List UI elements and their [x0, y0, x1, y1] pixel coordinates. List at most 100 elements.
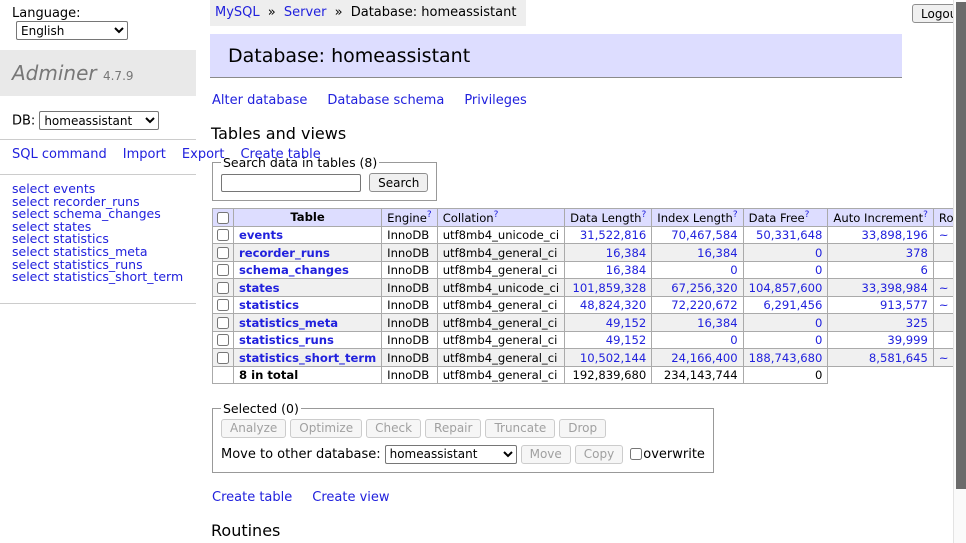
auto_increment-link[interactable]: 6 [833, 263, 928, 277]
table-row: statistics_metaInnoDButf8mb4_general_ci4… [213, 314, 966, 332]
link-create-view[interactable]: Create view [312, 490, 389, 505]
sidebar: Language:English Adminer 4.7.9 DB:homeas… [0, 0, 196, 304]
row-checkbox[interactable] [217, 247, 229, 259]
data_length-link[interactable]: 48,824,320 [570, 298, 646, 312]
sidebar-action-sql-command[interactable]: SQL command [12, 147, 107, 162]
table-open-link[interactable]: recorder_runs [239, 246, 330, 260]
cell-table-name: events [234, 226, 382, 244]
link-privileges[interactable]: Privileges [464, 93, 527, 108]
auto_increment-link[interactable]: 325 [833, 316, 928, 330]
repair-button[interactable]: Repair [425, 419, 481, 438]
auto_increment-link[interactable]: 33,398,984 [833, 281, 928, 295]
index_length-link[interactable]: 0 [657, 333, 737, 347]
search-input[interactable] [221, 174, 361, 192]
link-database-schema[interactable]: Database schema [327, 93, 444, 108]
copy-button[interactable]: Copy [575, 445, 623, 464]
cell-data_free: 0 [743, 261, 828, 279]
db-select[interactable]: homeassistant [39, 111, 159, 130]
data_free-link[interactable]: 0 [749, 263, 823, 277]
move-button[interactable]: Move [521, 445, 571, 464]
index_length-link[interactable]: 24,166,400 [657, 351, 737, 365]
table-open-link[interactable]: states [239, 281, 280, 295]
sidebar-action-import[interactable]: Import [123, 147, 166, 162]
data_free-link[interactable]: 6,291,456 [749, 298, 823, 312]
check-button[interactable]: Check [366, 419, 421, 438]
scrollbar[interactable] [953, 0, 966, 543]
data_free-link[interactable]: 50,331,648 [749, 228, 823, 242]
data_length-link[interactable]: 10,502,144 [570, 351, 646, 365]
index_length-link[interactable]: 16,384 [657, 246, 737, 260]
help-link[interactable]: ? [733, 210, 738, 220]
row-checkbox[interactable] [217, 352, 229, 364]
row-checkbox[interactable] [217, 229, 229, 241]
cell-table-name: statistics_runs [234, 331, 382, 349]
optimize-button[interactable]: Optimize [290, 419, 362, 438]
table-open-link[interactable]: statistics_meta [239, 316, 338, 330]
row-checkbox-cell [213, 261, 234, 279]
cell-collation: utf8mb4_unicode_ci [437, 226, 564, 244]
cell-data_free: 188,743,680 [743, 349, 828, 367]
data_free-link[interactable]: 0 [749, 316, 823, 330]
row-checkbox[interactable] [217, 282, 229, 294]
data_free-link[interactable]: 104,857,600 [749, 281, 823, 295]
data_free-link[interactable]: 188,743,680 [749, 351, 823, 365]
data_length-link[interactable]: 16,384 [570, 246, 646, 260]
table-open-link[interactable]: events [239, 228, 283, 242]
link-create-table[interactable]: Create table [212, 490, 292, 505]
help-link[interactable]: ? [494, 210, 499, 220]
analyze-button[interactable]: Analyze [221, 419, 286, 438]
table-open-link[interactable]: statistics_runs [239, 333, 334, 347]
link-alter-database[interactable]: Alter database [212, 93, 307, 108]
search-button[interactable]: Search [369, 173, 428, 192]
breadcrumb-link[interactable]: Server [284, 5, 327, 20]
help-link[interactable]: ? [642, 210, 647, 220]
data_length-link[interactable]: 31,522,816 [570, 228, 646, 242]
move-db-select[interactable]: homeassistant [385, 445, 517, 464]
auto_increment-link[interactable]: 378 [833, 246, 928, 260]
language-bar: Language:English [0, 0, 196, 45]
auto_increment-link[interactable]: 33,898,196 [833, 228, 928, 242]
total-data_free: 0 [743, 366, 828, 383]
cell-data_free: 50,331,648 [743, 226, 828, 244]
table-row: statistics_runsInnoDButf8mb4_general_ci4… [213, 331, 966, 349]
drop-button[interactable]: Drop [559, 419, 606, 438]
auto_increment-link[interactable]: 913,577 [833, 298, 928, 312]
row-checkbox[interactable] [217, 299, 229, 311]
index_length-link[interactable]: 70,467,584 [657, 228, 737, 242]
help-link[interactable]: ? [805, 210, 810, 220]
cell-data_length: 10,502,144 [565, 349, 652, 367]
select-all-checkbox[interactable] [217, 212, 229, 224]
help-link[interactable]: ? [923, 210, 928, 220]
data_length-link[interactable]: 49,152 [570, 316, 646, 330]
overwrite-option: overwrite [629, 447, 705, 462]
index_length-link[interactable]: 0 [657, 263, 737, 277]
data_length-link[interactable]: 49,152 [570, 333, 646, 347]
row-checkbox[interactable] [217, 264, 229, 276]
tables-body: eventsInnoDButf8mb4_unicode_ci31,522,816… [213, 226, 966, 383]
data_length-link[interactable]: 101,859,328 [570, 281, 646, 295]
truncate-button[interactable]: Truncate [485, 419, 555, 438]
overwrite-checkbox[interactable] [630, 448, 642, 460]
scrollbar-thumb[interactable] [956, 2, 966, 489]
breadcrumb-link[interactable]: MySQL [215, 5, 260, 20]
help-link[interactable]: ? [427, 210, 432, 220]
index_length-link[interactable]: 67,256,320 [657, 281, 737, 295]
row-checkbox[interactable] [217, 317, 229, 329]
row-checkbox[interactable] [217, 334, 229, 346]
cell-index_length: 16,384 [652, 244, 743, 262]
data_free-link[interactable]: 0 [749, 246, 823, 260]
table-open-link[interactable]: statistics [239, 298, 299, 312]
sidebar-link-select-statistics_short_term[interactable]: select statistics_short_term [12, 271, 196, 284]
auto_increment-link[interactable]: 39,999 [833, 333, 928, 347]
index_length-link[interactable]: 16,384 [657, 316, 737, 330]
selected-fieldset: Selected (0) AnalyzeOptimizeCheckRepairT… [212, 401, 714, 473]
data_free-link[interactable]: 0 [749, 333, 823, 347]
adminer-logo-link[interactable]: Adminer [12, 61, 97, 85]
table-open-link[interactable]: schema_changes [239, 263, 349, 277]
breadcrumb-current: Database: homeassistant [351, 5, 517, 20]
table-open-link[interactable]: statistics_short_term [239, 351, 376, 365]
language-select[interactable]: English [16, 21, 128, 40]
index_length-link[interactable]: 72,220,672 [657, 298, 737, 312]
data_length-link[interactable]: 16,384 [570, 263, 646, 277]
auto_increment-link[interactable]: 8,581,645 [833, 351, 928, 365]
